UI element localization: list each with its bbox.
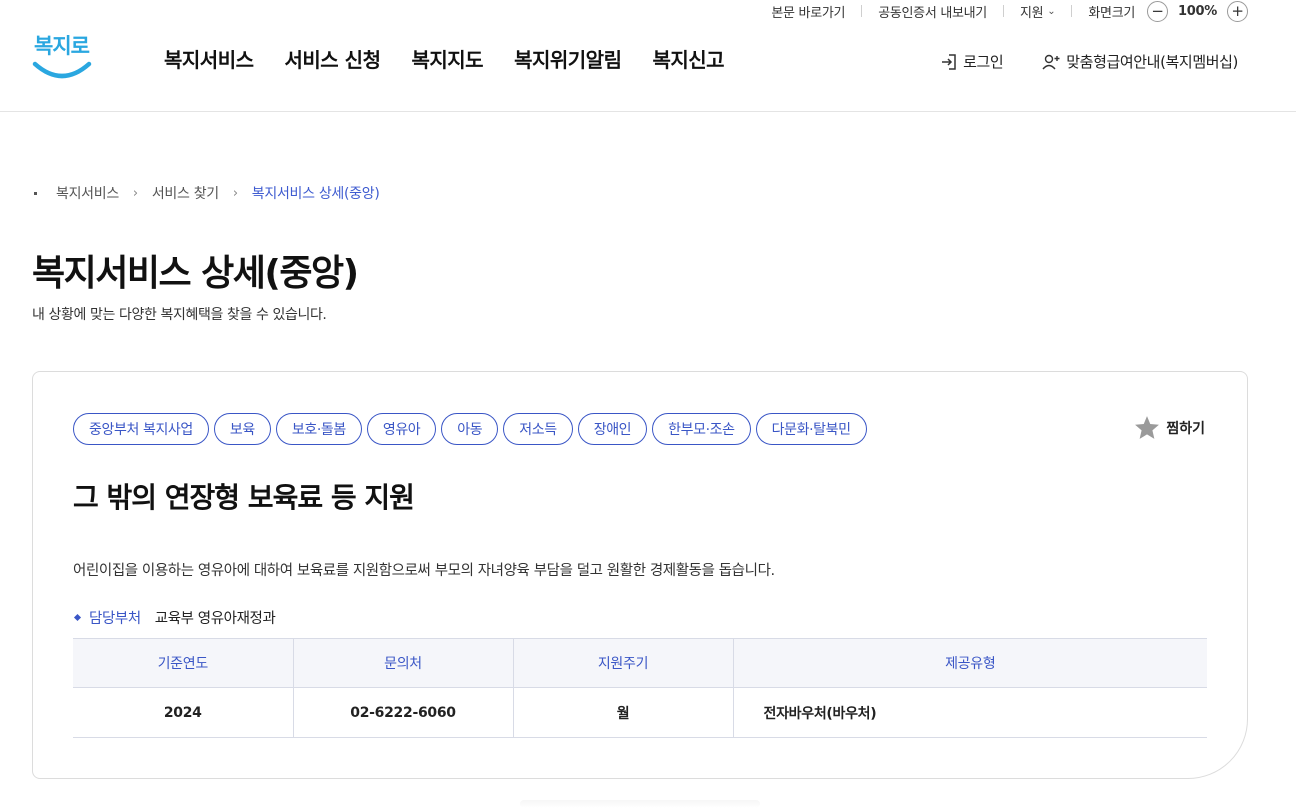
service-detail-card: 중앙부처 복지사업 보육 보호·돌봄 영유아 아동 저소득 장애인 한부모·조손… — [32, 371, 1248, 779]
service-info-table: 기준연도 문의처 지원주기 제공유형 2024 02-6222-6060 월 전… — [73, 638, 1207, 738]
support-dropdown[interactable]: 지원 ⌄ — [1019, 2, 1056, 21]
membership-button[interactable]: 맞춤형급여안내(복지멤버십) — [1041, 51, 1238, 72]
logo-smile-icon — [32, 61, 92, 79]
zoom-out-button[interactable]: − — [1147, 0, 1169, 22]
table-header-cell: 기준연도 — [73, 638, 294, 688]
table-cell-cycle: 월 — [513, 687, 734, 738]
nav-welfare-map[interactable]: 복지지도 — [411, 44, 483, 73]
breadcrumb-item[interactable]: 서비스 찾기 — [152, 183, 219, 203]
page-description: 내 상황에 맞는 다양한 복지혜택을 찾을 수 있습니다. — [32, 307, 327, 323]
tag-item[interactable]: 한부모·조손 — [652, 413, 751, 445]
tag-list: 중앙부처 복지사업 보육 보호·돌봄 영유아 아동 저소득 장애인 한부모·조손… — [73, 413, 872, 445]
table-header-cell: 지원주기 — [513, 638, 734, 688]
breadcrumb: 복지서비스 › 서비스 찾기 › 복지서비스 상세(중앙) — [34, 183, 380, 203]
table-header-cell: 문의처 — [293, 638, 514, 688]
breadcrumb-current: 복지서비스 상세(중앙) — [251, 186, 380, 202]
tag-item[interactable]: 보호·돌봄 — [275, 413, 362, 445]
member-area: 로그인 맞춤형급여안내(복지멤버십) — [940, 51, 1238, 72]
tag-item[interactable]: 보육 — [213, 413, 271, 445]
diamond-bullet-icon — [73, 613, 82, 622]
nav-crisis-alert[interactable]: 복지위기알림 — [514, 44, 622, 73]
favorite-label: 찜하기 — [1166, 420, 1205, 437]
service-title: 그 밖의 연장형 보육료 등 지원 — [73, 481, 415, 514]
tag-item[interactable]: 장애인 — [577, 413, 648, 445]
table-header-row: 기준연도 문의처 지원주기 제공유형 — [73, 638, 1207, 688]
zoom-label: 화면크기 — [1088, 5, 1136, 21]
nav-welfare-service[interactable]: 복지서비스 — [164, 44, 254, 73]
site-header: 본문 바로가기 공동인증서 내보내기 지원 ⌄ 화면크기 − 100% + 복지… — [0, 0, 1296, 112]
tag-item[interactable]: 다문화·탈북민 — [755, 413, 867, 445]
next-section-edge — [520, 800, 760, 808]
bokjiro-logo[interactable]: 복지로 — [32, 30, 92, 84]
login-icon — [942, 53, 956, 70]
chevron-down-icon: ⌄ — [1047, 5, 1056, 17]
breadcrumb-item[interactable]: 복지서비스 — [56, 183, 119, 203]
service-description: 어린이집을 이용하는 영유아에 대하여 보육료를 지원함으로써 부모의 자녀양육… — [73, 563, 775, 579]
membership-label: 맞춤형급여안내(복지멤버십) — [1066, 53, 1238, 71]
table-header-cell: 제공유형 — [733, 638, 1207, 688]
zoom-value: 100% — [1178, 3, 1217, 19]
star-icon — [1135, 416, 1160, 439]
table-cell-year: 2024 — [73, 687, 294, 738]
chevron-right-icon: › — [132, 185, 138, 201]
nav-welfare-report[interactable]: 복지신고 — [652, 44, 724, 73]
department-value: 교육부 영유아재정과 — [154, 611, 276, 627]
home-bullet-icon — [34, 191, 37, 195]
tag-item[interactable]: 영유아 — [366, 413, 437, 445]
divider — [1002, 5, 1004, 17]
department-label: 담당부처 — [89, 611, 141, 627]
logo-text: 복지로 — [34, 34, 90, 58]
tag-item[interactable]: 저소득 — [503, 413, 573, 445]
divider — [1071, 5, 1073, 17]
login-label: 로그인 — [963, 53, 1004, 71]
page-title: 복지서비스 상세(중앙) — [32, 253, 359, 294]
tag-item[interactable]: 중앙부처 복지사업 — [73, 413, 209, 445]
user-add-icon — [1042, 54, 1060, 69]
zoom-in-button[interactable]: + — [1227, 0, 1248, 22]
chevron-right-icon: › — [232, 185, 238, 201]
table-cell-contact: 02-6222-6060 — [293, 687, 514, 738]
table-row: 2024 02-6222-6060 월 전자바우처(바우처) — [73, 687, 1207, 738]
login-button[interactable]: 로그인 — [940, 51, 1004, 72]
table-cell-type: 전자바우처(바우처) — [733, 687, 1207, 738]
nav-service-apply[interactable]: 서비스 신청 — [285, 44, 381, 73]
utility-bar: 본문 바로가기 공동인증서 내보내기 지원 ⌄ 화면크기 − 100% + — [771, 0, 1248, 22]
skip-to-content-link[interactable]: 본문 바로가기 — [771, 2, 845, 21]
tag-item[interactable]: 아동 — [441, 413, 499, 445]
support-label: 지원 — [1019, 5, 1044, 21]
cert-export-link[interactable]: 공동인증서 내보내기 — [878, 2, 987, 21]
divider — [861, 5, 863, 17]
favorite-button[interactable]: 찜하기 — [1134, 415, 1205, 440]
department-info: 담당부처 교육부 영유아재정과 — [73, 607, 276, 628]
main-navigation: 복지서비스 서비스 신청 복지지도 복지위기알림 복지신고 — [164, 44, 755, 73]
